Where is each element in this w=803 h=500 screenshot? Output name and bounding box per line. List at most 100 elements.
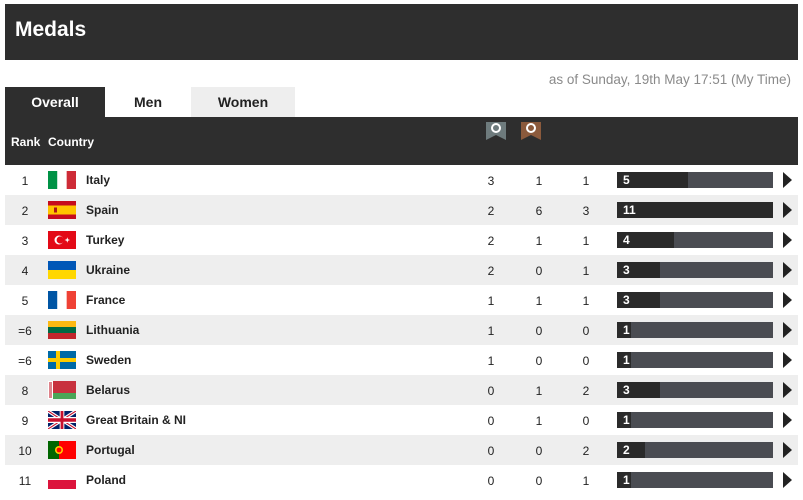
rank-cell: 5 bbox=[21, 294, 29, 308]
expand-arrow-icon[interactable] bbox=[783, 472, 792, 488]
table-header: Rank Country bbox=[5, 117, 798, 165]
country-name: Belarus bbox=[86, 383, 131, 397]
country-name: Portugal bbox=[86, 443, 135, 457]
total-medals-bar: 11 bbox=[617, 202, 773, 218]
ukraine-flag-icon bbox=[48, 261, 76, 279]
bronze-count: 3 bbox=[582, 204, 590, 218]
last-updated-timestamp: as of Sunday, 19th May 17:51 (My Time) bbox=[548, 72, 791, 87]
country-name: Italy bbox=[86, 173, 111, 187]
total-medals-bar: 2 bbox=[617, 442, 773, 458]
total-count: 1 bbox=[623, 413, 630, 427]
expand-arrow-icon[interactable] bbox=[783, 232, 792, 248]
gold-count: 2 bbox=[487, 264, 495, 278]
gold-count: 0 bbox=[487, 414, 495, 428]
expand-arrow-icon[interactable] bbox=[783, 352, 792, 368]
country-name: France bbox=[86, 293, 126, 307]
total-count: 1 bbox=[623, 473, 630, 487]
bronze-count: 1 bbox=[582, 474, 590, 488]
country-name: Ukraine bbox=[86, 263, 131, 277]
bronze-count: 0 bbox=[582, 324, 590, 338]
expand-arrow-icon[interactable] bbox=[783, 412, 792, 428]
silver-count: 1 bbox=[535, 414, 543, 428]
bronze-count: 1 bbox=[582, 174, 590, 188]
page-title: Medals bbox=[15, 18, 87, 41]
rank-cell: 3 bbox=[21, 234, 29, 248]
turkey-flag-icon bbox=[48, 231, 76, 249]
gold-count: 1 bbox=[487, 354, 495, 368]
rank-cell: 1 bbox=[21, 174, 29, 188]
silver-count: 1 bbox=[535, 294, 543, 308]
total-medals-bar: 3 bbox=[617, 262, 773, 278]
total-count: 11 bbox=[623, 203, 636, 217]
gold-count: 2 bbox=[487, 234, 495, 248]
table-row[interactable]: 8 Belarus 0 1 2 3 bbox=[5, 375, 798, 405]
page-header: Medals bbox=[5, 4, 798, 60]
total-count: 3 bbox=[623, 293, 630, 307]
total-count: 5 bbox=[623, 173, 630, 187]
silver-count: 0 bbox=[535, 354, 543, 368]
rank-cell: 11 bbox=[18, 474, 32, 488]
tab-overall[interactable]: Overall bbox=[5, 87, 105, 117]
gold-count: 2 bbox=[487, 204, 495, 218]
table-row[interactable]: 10 Portugal 0 0 2 2 bbox=[5, 435, 798, 465]
column-header-rank: Rank bbox=[11, 135, 41, 149]
portugal-flag-icon bbox=[48, 441, 76, 459]
country-name: Spain bbox=[86, 203, 119, 217]
expand-arrow-icon[interactable] bbox=[783, 442, 792, 458]
spain-flag-icon bbox=[48, 201, 76, 219]
table-row[interactable]: 9 Great Britain & NI 0 1 0 1 bbox=[5, 405, 798, 435]
rank-cell: 4 bbox=[21, 264, 29, 278]
bronze-count: 2 bbox=[582, 384, 590, 398]
table-row[interactable]: 1 Italy 3 1 1 5 bbox=[5, 165, 798, 195]
expand-arrow-icon[interactable] bbox=[783, 262, 792, 278]
silver-medal-icon bbox=[486, 122, 506, 140]
italy-flag-icon bbox=[48, 171, 76, 189]
expand-arrow-icon[interactable] bbox=[783, 202, 792, 218]
rank-cell: 2 bbox=[21, 204, 29, 218]
country-name: Turkey bbox=[86, 233, 125, 247]
gold-count: 0 bbox=[487, 474, 495, 488]
country-name: Great Britain & NI bbox=[86, 413, 187, 427]
column-header-country: Country bbox=[48, 135, 94, 149]
country-name: Sweden bbox=[86, 353, 132, 367]
gold-count: 0 bbox=[487, 444, 495, 458]
gold-count: 1 bbox=[487, 294, 495, 308]
table-row[interactable]: =6 Lithuania 1 0 0 1 bbox=[5, 315, 798, 345]
bronze-count: 1 bbox=[582, 264, 590, 278]
silver-count: 0 bbox=[535, 324, 543, 338]
total-medals-bar: 3 bbox=[617, 292, 773, 308]
rank-cell: =6 bbox=[18, 324, 32, 338]
total-medals-bar: 1 bbox=[617, 412, 773, 428]
total-medals-bar: 1 bbox=[617, 472, 773, 488]
tab-bar: Overall Men Women bbox=[5, 87, 295, 117]
total-medals-bar-fill bbox=[617, 202, 773, 218]
total-count: 1 bbox=[623, 353, 630, 367]
bronze-count: 0 bbox=[582, 414, 590, 428]
table-row[interactable]: =6 Sweden 1 0 0 1 bbox=[5, 345, 798, 375]
table-row[interactable]: 3 Turkey 2 1 1 4 bbox=[5, 225, 798, 255]
table-row[interactable]: 2 Spain 2 6 3 11 bbox=[5, 195, 798, 225]
expand-arrow-icon[interactable] bbox=[783, 292, 792, 308]
expand-arrow-icon[interactable] bbox=[783, 382, 792, 398]
total-count: 2 bbox=[623, 443, 630, 457]
belarus-flag-icon bbox=[48, 381, 76, 399]
bronze-count: 0 bbox=[582, 354, 590, 368]
table-row[interactable]: 5 France 1 1 1 3 bbox=[5, 285, 798, 315]
tab-women[interactable]: Women bbox=[191, 87, 295, 117]
sweden-flag-icon bbox=[48, 351, 76, 369]
total-count: 3 bbox=[623, 263, 630, 277]
rank-cell: 8 bbox=[21, 384, 29, 398]
tab-men[interactable]: Men bbox=[105, 87, 191, 117]
table-row[interactable]: 11 Poland 0 0 1 1 bbox=[5, 465, 798, 495]
total-medals-bar: 1 bbox=[617, 352, 773, 368]
expand-arrow-icon[interactable] bbox=[783, 322, 792, 338]
great-britain-flag-icon bbox=[48, 411, 76, 429]
gold-count: 1 bbox=[487, 324, 495, 338]
expand-arrow-icon[interactable] bbox=[783, 172, 792, 188]
bronze-count: 2 bbox=[582, 444, 590, 458]
country-name: Lithuania bbox=[86, 323, 140, 337]
silver-count: 1 bbox=[535, 384, 543, 398]
rank-cell: 9 bbox=[21, 414, 29, 428]
bronze-count: 1 bbox=[582, 294, 590, 308]
table-row[interactable]: 4 Ukraine 2 0 1 3 bbox=[5, 255, 798, 285]
